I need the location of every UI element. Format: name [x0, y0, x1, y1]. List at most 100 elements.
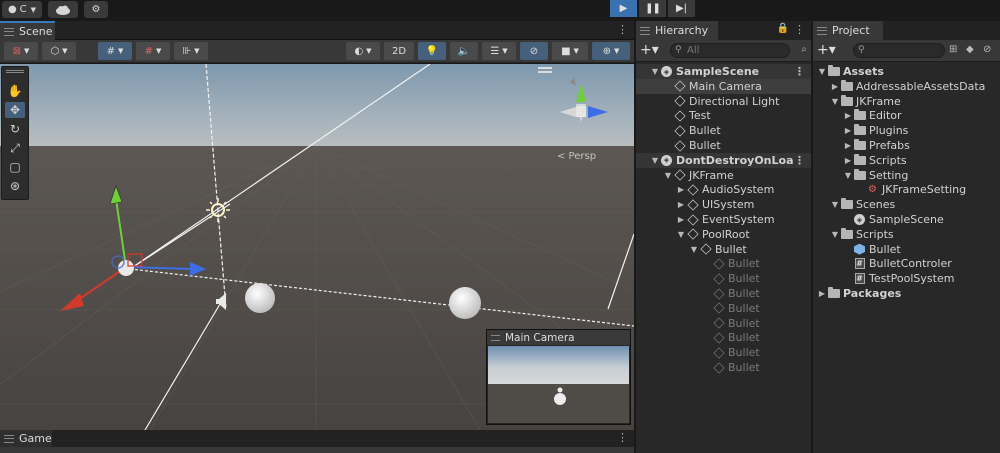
foldout-collapsed-icon[interactable]: ▶: [676, 185, 686, 194]
kebab-menu-icon[interactable]: ⋮: [794, 154, 805, 167]
project-asset[interactable]: # BulletControler: [813, 256, 1000, 271]
hierarchy-item[interactable]: ▶ EventSystem: [636, 212, 811, 227]
project-folder[interactable]: ▶ Prefabs: [813, 138, 1000, 153]
hierarchy-item[interactable]: Bullet: [636, 138, 811, 153]
project-asset[interactable]: # TestPoolSystem: [813, 271, 1000, 286]
foldout-collapsed-icon[interactable]: ▶: [830, 82, 840, 91]
project-folder[interactable]: ▶ Packages: [813, 286, 1000, 301]
grid-toggle-button[interactable]: # ▼: [98, 42, 132, 60]
step-button[interactable]: ▶|: [668, 0, 695, 17]
camera-settings-dropdown[interactable]: ■ ▼: [552, 42, 588, 60]
kebab-menu-icon[interactable]: ⋮: [794, 65, 805, 78]
lighting-toggle-button[interactable]: 💡: [418, 42, 446, 60]
shading-dropdown[interactable]: ⬡ ▼: [42, 42, 76, 60]
foldout-collapsed-icon[interactable]: ▶: [676, 215, 686, 224]
hierarchy-scene-row[interactable]: ▼ ◈ SampleScene ⋮: [636, 64, 811, 79]
foldout-expanded-icon[interactable]: ▼: [830, 97, 840, 106]
snap-dropdown[interactable]: # ▼: [136, 42, 170, 60]
foldout-expanded-icon[interactable]: ▼: [817, 67, 827, 76]
visibility-toggle-button[interactable]: ⊘: [520, 42, 548, 60]
kebab-menu-icon[interactable]: ⋮: [794, 23, 805, 36]
hierarchy-item[interactable]: Bullet: [636, 330, 811, 345]
perspective-label[interactable]: < Persp: [557, 151, 596, 162]
project-folder[interactable]: ▼ Scripts: [813, 227, 1000, 242]
project-folder[interactable]: ▶ Editor: [813, 108, 1000, 123]
project-asset[interactable]: Bullet: [813, 242, 1000, 257]
project-folder[interactable]: ▼ Setting: [813, 168, 1000, 183]
camera-preview-header[interactable]: Main Camera: [487, 330, 630, 345]
pause-button[interactable]: ❚❚: [639, 0, 666, 17]
tab-hierarchy[interactable]: Hierarchy: [636, 21, 718, 40]
lock-icon[interactable]: 🔒: [777, 23, 789, 34]
project-folder[interactable]: ▼ JKFrame: [813, 94, 1000, 109]
project-asset[interactable]: ⚙ JKFrameSetting: [813, 182, 1000, 197]
foldout-collapsed-icon[interactable]: ▶: [843, 156, 853, 165]
render-mode-dropdown[interactable]: ◐ ▼: [346, 42, 380, 60]
hierarchy-item[interactable]: ▶ UISystem: [636, 197, 811, 212]
project-asset[interactable]: ◈ SampleScene: [813, 212, 1000, 227]
label-filter-icon[interactable]: ◆: [966, 44, 974, 55]
cloud-button[interactable]: [48, 1, 78, 18]
tab-scene[interactable]: Scene: [0, 21, 55, 40]
hierarchy-item[interactable]: Bullet: [636, 256, 811, 271]
create-button[interactable]: +▾: [640, 43, 659, 58]
search-by-type-icon[interactable]: ⊞: [949, 44, 957, 55]
project-folder[interactable]: ▼ Assets: [813, 64, 1000, 79]
project-folder[interactable]: ▶ AddressableAssetsData: [813, 79, 1000, 94]
project-folder[interactable]: ▶ Scripts: [813, 153, 1000, 168]
drag-handle-icon[interactable]: [6, 70, 24, 73]
foldout-expanded-icon[interactable]: ▼: [676, 230, 686, 239]
kebab-menu-icon[interactable]: ⋮: [617, 23, 628, 36]
search-options-icon[interactable]: ⌕: [801, 44, 807, 55]
hierarchy-scene-row[interactable]: ▼ ◈ DontDestroyOnLoa ⋮: [636, 152, 811, 168]
foldout-collapsed-icon[interactable]: ▶: [817, 289, 827, 298]
hierarchy-item[interactable]: ▼ PoolRoot: [636, 227, 811, 242]
move-tool-button[interactable]: ✥: [5, 102, 25, 118]
increment-snap-dropdown[interactable]: ⊪ ▼: [174, 42, 208, 60]
hierarchy-item[interactable]: Directional Light: [636, 94, 811, 109]
rotate-tool-button[interactable]: ↻: [5, 121, 25, 137]
audio-toggle-button[interactable]: 🔈: [450, 42, 478, 60]
foldout-collapsed-icon[interactable]: ▶: [843, 141, 853, 150]
gizmos-dropdown[interactable]: ⊕ ▼: [592, 42, 630, 60]
hierarchy-item[interactable]: Bullet: [636, 123, 811, 138]
play-button[interactable]: ▶: [610, 0, 637, 17]
hierarchy-item[interactable]: Bullet: [636, 286, 811, 301]
foldout-expanded-icon[interactable]: ▼: [830, 230, 840, 239]
foldout-expanded-icon[interactable]: ▼: [650, 156, 660, 165]
hierarchy-item[interactable]: ▼ Bullet: [636, 242, 811, 257]
hierarchy-item[interactable]: ▶ AudioSystem: [636, 182, 811, 197]
hand-tool-button[interactable]: ✋: [5, 83, 25, 99]
settings-button[interactable]: ⚙: [84, 1, 108, 18]
effects-dropdown[interactable]: ☰ ▼: [482, 42, 516, 60]
kebab-menu-icon[interactable]: ⋮: [617, 431, 628, 444]
hierarchy-item[interactable]: Bullet: [636, 301, 811, 316]
hidden-packages-icon[interactable]: ⊘: [983, 44, 991, 55]
hierarchy-item[interactable]: Bullet: [636, 345, 811, 360]
create-button[interactable]: +▾: [817, 43, 836, 58]
foldout-expanded-icon[interactable]: ▼: [689, 245, 699, 254]
rect-tool-button[interactable]: ▢: [5, 159, 25, 175]
hierarchy-item[interactable]: Bullet: [636, 271, 811, 286]
account-dropdown[interactable]: ● C ▼: [2, 1, 42, 18]
foldout-collapsed-icon[interactable]: ▶: [843, 126, 853, 135]
hierarchy-item[interactable]: Test: [636, 108, 811, 123]
foldout-collapsed-icon[interactable]: ▶: [676, 200, 686, 209]
foldout-collapsed-icon[interactable]: ▶: [843, 111, 853, 120]
foldout-expanded-icon[interactable]: ▼: [650, 67, 660, 76]
2d-toggle-button[interactable]: 2D: [384, 42, 414, 60]
scale-tool-button[interactable]: ⤢: [5, 140, 25, 156]
draw-mode-dropdown[interactable]: ⊠ ▼: [4, 42, 38, 60]
project-folder[interactable]: ▶ Plugins: [813, 123, 1000, 138]
transform-tool-button[interactable]: ⊛: [5, 178, 25, 194]
hierarchy-item[interactable]: Bullet: [636, 360, 811, 375]
tab-project[interactable]: Project: [813, 21, 883, 40]
project-search-input[interactable]: ⚲: [853, 43, 945, 58]
foldout-expanded-icon[interactable]: ▼: [830, 200, 840, 209]
hierarchy-item[interactable]: Main Camera: [636, 78, 811, 94]
tab-game[interactable]: Game: [0, 430, 52, 447]
hierarchy-item[interactable]: Bullet: [636, 316, 811, 331]
project-folder[interactable]: ▼ Scenes: [813, 197, 1000, 212]
foldout-expanded-icon[interactable]: ▼: [663, 171, 673, 180]
foldout-expanded-icon[interactable]: ▼: [843, 171, 853, 180]
